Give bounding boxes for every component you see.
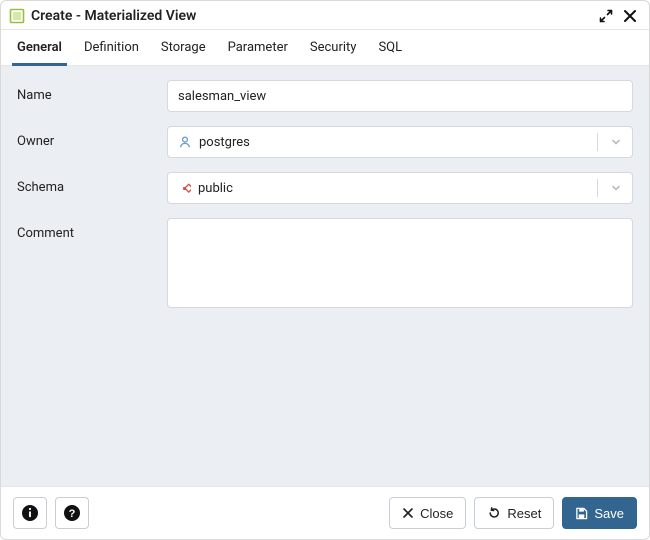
dialog-header: Create - Materialized View [1, 1, 649, 30]
materialized-view-icon [9, 8, 25, 24]
dialog-body: Name Owner [1, 66, 649, 486]
row-name: Name [17, 80, 633, 112]
tab-bar: General Definition Storage Parameter Sec… [1, 30, 649, 66]
reset-icon [487, 506, 501, 520]
reset-button[interactable]: Reset [474, 497, 554, 529]
close-button[interactable]: Close [389, 497, 466, 529]
dialog-title: Create - Materialized View [31, 8, 196, 24]
schema-icon [178, 182, 191, 195]
save-icon [575, 507, 588, 520]
label-owner: Owner [17, 126, 167, 149]
user-icon [178, 135, 192, 149]
tab-security[interactable]: Security [308, 30, 359, 65]
tab-definition[interactable]: Definition [82, 30, 141, 65]
chevron-down-icon [604, 182, 628, 194]
schema-value: public [198, 181, 233, 196]
schema-select[interactable]: public [167, 172, 633, 204]
owner-value: postgres [199, 135, 250, 150]
save-button[interactable]: Save [562, 497, 637, 529]
row-schema: Schema public [17, 172, 633, 204]
create-materialized-view-dialog: Create - Materialized View General Defin… [0, 0, 650, 540]
row-comment: Comment [17, 218, 633, 312]
close-label: Close [420, 506, 453, 521]
tab-storage[interactable]: Storage [159, 30, 208, 65]
comment-textarea[interactable] [167, 218, 633, 308]
dialog-footer: ? Close Reset [1, 486, 649, 539]
label-name: Name [17, 80, 167, 103]
label-schema: Schema [17, 172, 167, 195]
info-button[interactable] [13, 497, 47, 529]
general-form: Name Owner [1, 66, 649, 340]
close-icon[interactable] [621, 7, 639, 25]
reset-label: Reset [507, 506, 541, 521]
help-button[interactable]: ? [55, 497, 89, 529]
close-x-icon [402, 507, 414, 519]
tab-general[interactable]: General [15, 30, 64, 65]
owner-select[interactable]: postgres [167, 126, 633, 158]
chevron-down-icon [604, 136, 628, 148]
svg-text:?: ? [69, 508, 76, 520]
help-icon: ? [63, 504, 81, 522]
label-comment: Comment [17, 218, 167, 241]
row-owner: Owner postgres [17, 126, 633, 158]
expand-icon[interactable] [597, 7, 615, 25]
tab-sql[interactable]: SQL [376, 30, 404, 65]
save-label: Save [594, 506, 624, 521]
info-icon [21, 504, 39, 522]
name-input[interactable] [167, 80, 633, 112]
tab-parameter[interactable]: Parameter [226, 30, 290, 65]
